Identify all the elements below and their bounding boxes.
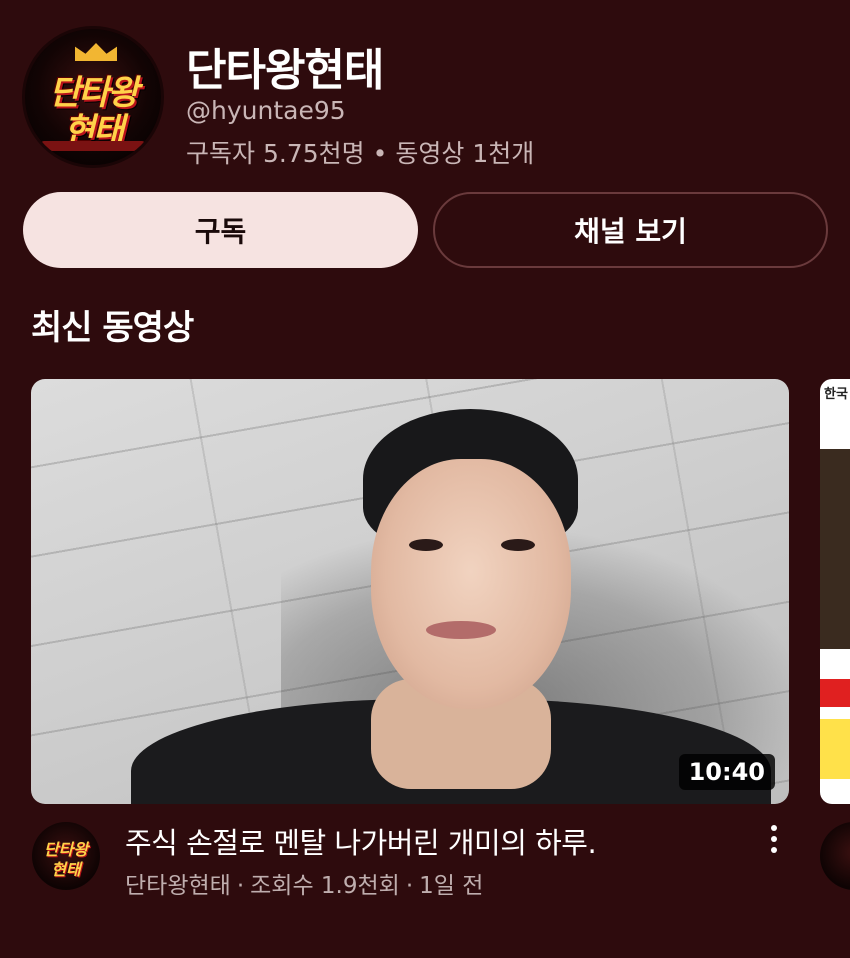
channel-page: 단타왕 현태 단타왕현태 @hyuntae95 구독자 5.75천명 • 동영상 1… xyxy=(0,0,850,958)
thumbnail-mouth xyxy=(426,621,496,639)
channel-avatar[interactable]: 단타왕 현태 xyxy=(22,26,164,168)
avatar-ribbon xyxy=(41,141,145,151)
video-meta: 단타왕현태 · 조회수 1.9천회 · 1일 전 xyxy=(125,866,483,900)
more-options-icon[interactable] xyxy=(760,822,788,856)
subscriber-count: 구독자 5.75천명 xyxy=(186,139,365,168)
next-video-thumbnail[interactable]: 한국 xyxy=(820,379,850,804)
stats-separator: • xyxy=(372,139,388,168)
thumbnail-eye xyxy=(501,539,535,551)
dot xyxy=(771,847,777,853)
next-thumbnail-banner xyxy=(820,679,850,707)
meta-separator: · xyxy=(236,873,245,899)
video-title[interactable]: 주식 손절로 멘탈 나가버린 개미의 하루. xyxy=(125,820,597,862)
next-video-channel-avatar[interactable] xyxy=(820,822,850,890)
channel-header: 단타왕 현태 단타왕현태 @hyuntae95 구독자 5.75천명 • 동영상 1… xyxy=(22,26,828,171)
thumbnail-eye xyxy=(409,539,443,551)
video-duration-badge: 10:40 xyxy=(678,754,775,790)
channel-handle: @hyuntae95 xyxy=(186,96,346,125)
dot xyxy=(771,836,777,842)
thumbnail-face xyxy=(371,459,571,709)
dot xyxy=(771,825,777,831)
subscribe-button[interactable]: 구독 xyxy=(23,192,418,268)
channel-name: 단타왕현태 xyxy=(186,45,384,96)
crown-icon xyxy=(75,43,117,61)
channel-stats: 구독자 5.75천명 • 동영상 1천개 xyxy=(186,134,534,170)
view-channel-button[interactable]: 채널 보기 xyxy=(433,192,828,268)
video-views: 조회수 1.9천회 xyxy=(250,873,400,899)
meta-separator: · xyxy=(405,873,414,899)
next-video-thumbnail-text: 한국 xyxy=(824,387,848,402)
video-thumbnail[interactable]: 10:40 xyxy=(31,379,789,804)
section-title: 최신 동영상 xyxy=(31,308,194,348)
video-channel-name: 단타왕현태 xyxy=(125,873,231,899)
next-thumbnail-image xyxy=(820,449,850,649)
video-age: 1일 전 xyxy=(419,873,484,899)
next-thumbnail-caption xyxy=(820,719,850,779)
video-count: 동영상 1천개 xyxy=(395,139,535,168)
video-channel-avatar[interactable]: 단타왕 현태 xyxy=(32,822,100,890)
mini-logo-line2: 현태 xyxy=(51,860,81,879)
